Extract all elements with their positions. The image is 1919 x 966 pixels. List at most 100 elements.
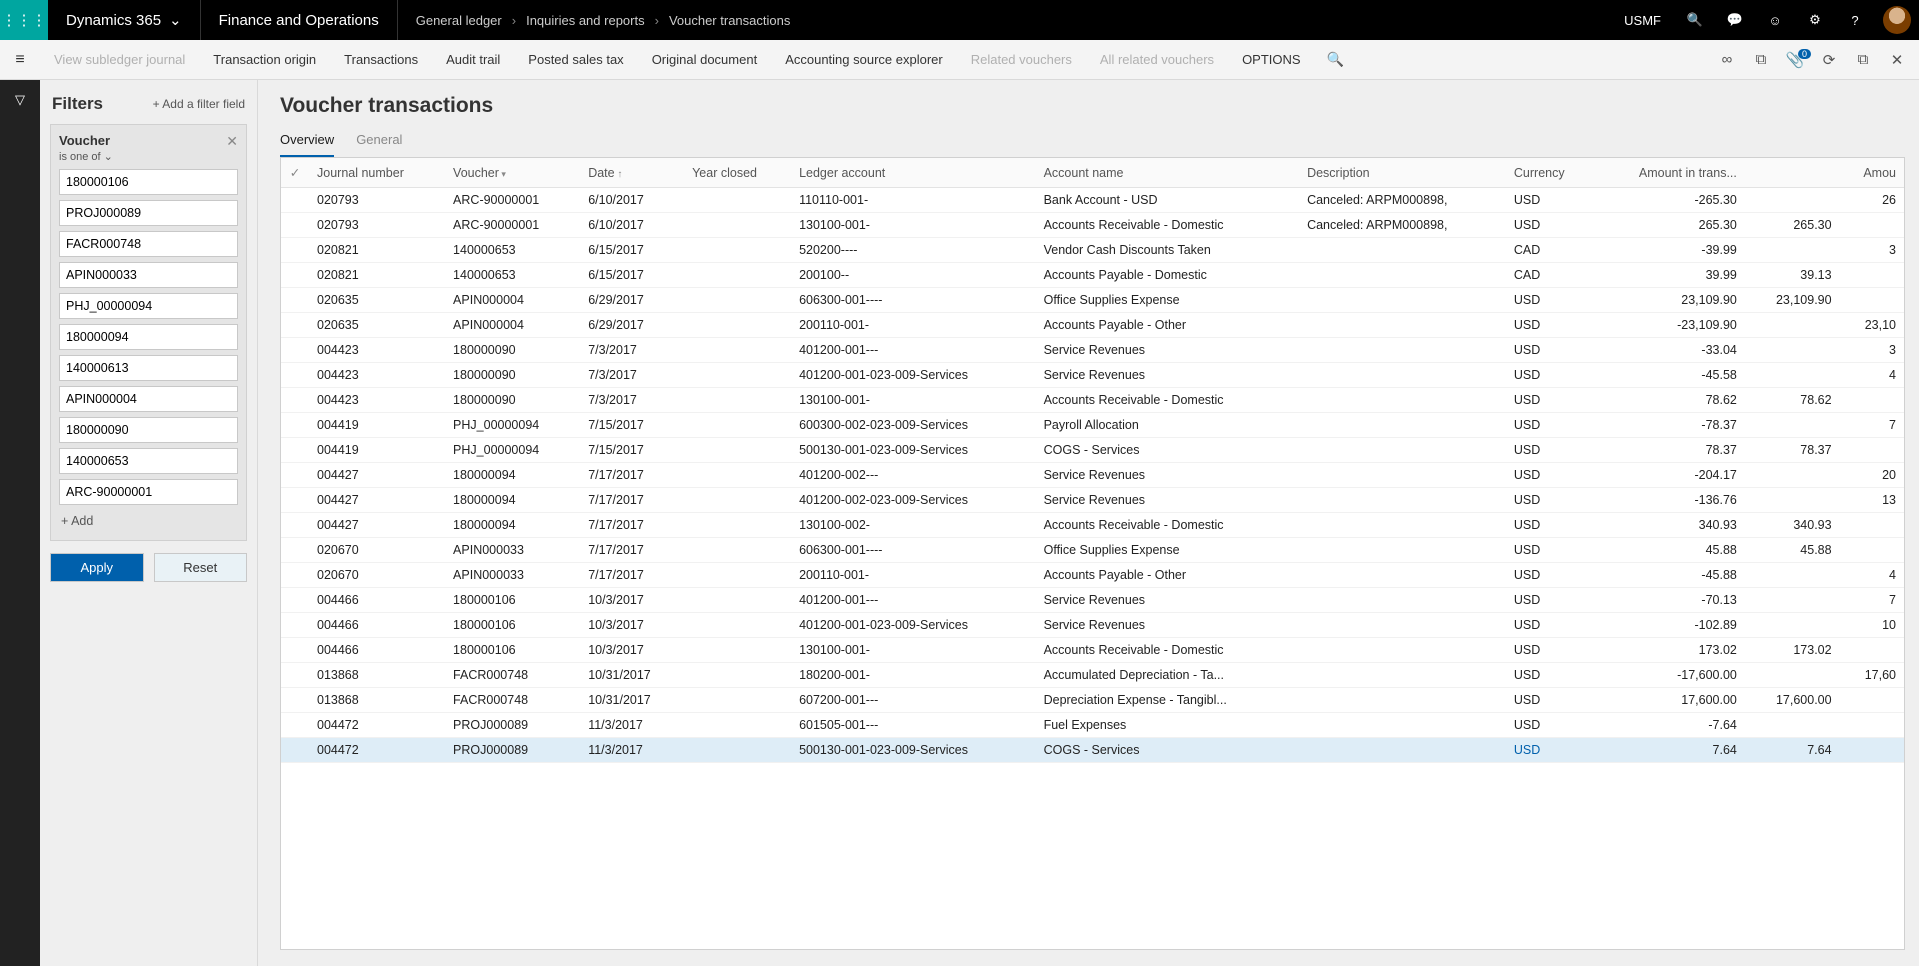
action-original-document[interactable]: Original document: [638, 40, 772, 79]
left-strip: ▽: [0, 80, 40, 966]
waffle-icon[interactable]: ⋮⋮⋮: [0, 0, 48, 40]
table-row[interactable]: 0044271800000947/17/2017401200-002-023-0…: [281, 488, 1904, 513]
filter-value-input[interactable]: [59, 262, 238, 288]
help-icon[interactable]: ?: [1835, 0, 1875, 40]
table-row[interactable]: 004419PHJ_000000947/15/2017600300-002-02…: [281, 413, 1904, 438]
filter-add-value[interactable]: Add: [59, 510, 238, 532]
table-row[interactable]: 00446618000010610/3/2017130100-001-Accou…: [281, 638, 1904, 663]
action-related-vouchers: Related vouchers: [957, 40, 1086, 79]
main-pane: Voucher transactions OverviewGeneral ✓Jo…: [258, 80, 1919, 966]
popout-icon[interactable]: ⧉: [1847, 51, 1879, 68]
col-header[interactable]: Journal number: [309, 158, 445, 188]
col-header[interactable]: Description: [1299, 158, 1506, 188]
table-row[interactable]: 00446618000010610/3/2017401200-001---Ser…: [281, 588, 1904, 613]
tab-general[interactable]: General: [356, 126, 402, 157]
funnel-icon[interactable]: ▽: [0, 80, 40, 120]
company-code[interactable]: USMF: [1610, 13, 1675, 28]
reset-button[interactable]: Reset: [154, 553, 248, 582]
col-header[interactable]: Ledger account: [791, 158, 1036, 188]
table-row[interactable]: 013868FACR00074810/31/2017180200-001-Acc…: [281, 663, 1904, 688]
action-search-icon[interactable]: 🔍: [1315, 51, 1356, 68]
filter-value-input[interactable]: [59, 417, 238, 443]
brand[interactable]: Dynamics 365 ⌄: [48, 0, 201, 40]
filter-value-input[interactable]: [59, 293, 238, 319]
search-icon[interactable]: 🔍: [1675, 0, 1715, 40]
avatar[interactable]: [1883, 6, 1911, 34]
table-row[interactable]: 00446618000010610/3/2017401200-001-023-0…: [281, 613, 1904, 638]
filter-name: Voucher: [59, 133, 113, 148]
link-icon[interactable]: ∞: [1711, 51, 1743, 68]
horizontal-scrollbar[interactable]: [280, 950, 1905, 966]
hamburger-icon[interactable]: ≡: [0, 51, 40, 69]
table-row[interactable]: 004472PROJ00008911/3/2017500130-001-023-…: [281, 738, 1904, 763]
chat-icon[interactable]: 💬: [1715, 0, 1755, 40]
table-row[interactable]: 0044271800000947/17/2017130100-002-Accou…: [281, 513, 1904, 538]
filter-card-voucher: Voucher is one of ⌄ ✕ Add: [50, 124, 247, 541]
action-options[interactable]: OPTIONS: [1228, 40, 1315, 79]
smile-icon[interactable]: ☺: [1755, 0, 1795, 40]
close-icon[interactable]: ✕: [1881, 51, 1913, 69]
crumb-1[interactable]: Inquiries and reports: [526, 13, 645, 28]
filter-value-input[interactable]: [59, 231, 238, 257]
action-accounting-source-explorer[interactable]: Accounting source explorer: [771, 40, 957, 79]
table-row[interactable]: 0044231800000907/3/2017401200-001---Serv…: [281, 338, 1904, 363]
table-row[interactable]: 004419PHJ_000000947/15/2017500130-001-02…: [281, 438, 1904, 463]
table-row[interactable]: 020793ARC-900000016/10/2017110110-001-Ba…: [281, 188, 1904, 213]
table-row[interactable]: 020793ARC-900000016/10/2017130100-001-Ac…: [281, 213, 1904, 238]
table-row[interactable]: 0208211400006536/15/2017200100--Accounts…: [281, 263, 1904, 288]
col-header[interactable]: ✓: [281, 158, 309, 188]
gear-icon[interactable]: ⚙: [1795, 0, 1835, 40]
filter-value-input[interactable]: [59, 479, 238, 505]
attach-badge: 0: [1798, 49, 1811, 59]
table-row[interactable]: 004472PROJ00008911/3/2017601505-001---Fu…: [281, 713, 1904, 738]
action-audit-trail[interactable]: Audit trail: [432, 40, 514, 79]
add-filter-field[interactable]: Add a filter field: [153, 97, 245, 111]
table-row[interactable]: 0044231800000907/3/2017401200-001-023-00…: [281, 363, 1904, 388]
refresh-icon[interactable]: ⟳: [1813, 51, 1845, 69]
table-row[interactable]: 013868FACR00074810/31/2017607200-001---D…: [281, 688, 1904, 713]
filter-operator[interactable]: is one of ⌄: [59, 150, 113, 163]
filters-title: Filters: [52, 94, 103, 114]
col-header[interactable]: Amou: [1840, 158, 1904, 188]
table-row[interactable]: 0044231800000907/3/2017130100-001-Accoun…: [281, 388, 1904, 413]
filter-close-icon[interactable]: ✕: [226, 133, 238, 150]
col-header[interactable]: Year closed: [684, 158, 791, 188]
col-header[interactable]: Currency: [1506, 158, 1594, 188]
filter-value-input[interactable]: [59, 169, 238, 195]
apply-button[interactable]: Apply: [50, 553, 144, 582]
chevron-right-icon: ›: [512, 13, 516, 28]
brand-label: Dynamics 365: [66, 12, 161, 29]
col-header[interactable]: Account name: [1036, 158, 1299, 188]
filter-value-input[interactable]: [59, 324, 238, 350]
table-row[interactable]: 020635APIN0000046/29/2017606300-001----O…: [281, 288, 1904, 313]
filter-value-input[interactable]: [59, 355, 238, 381]
action-all-related-vouchers: All related vouchers: [1086, 40, 1228, 79]
filters-pane: Filters Add a filter field Voucher is on…: [40, 80, 258, 966]
action-bar: ≡ View subledger journalTransaction orig…: [0, 40, 1919, 80]
filter-value-input[interactable]: [59, 386, 238, 412]
filter-value-input[interactable]: [59, 200, 238, 226]
col-header[interactable]: [1745, 158, 1840, 188]
crumb-0[interactable]: General ledger: [416, 13, 502, 28]
table-row[interactable]: 0044271800000947/17/2017401200-002---Ser…: [281, 463, 1904, 488]
grid[interactable]: ✓Journal numberVoucherDateYear closedLed…: [280, 158, 1905, 950]
crumb-2[interactable]: Voucher transactions: [669, 13, 790, 28]
chevron-down-icon: ⌄: [169, 11, 182, 29]
attach-icon[interactable]: 📎0: [1779, 51, 1811, 69]
tabs: Overview General: [280, 126, 1905, 158]
office-icon[interactable]: ⧉: [1745, 51, 1777, 68]
col-header[interactable]: Voucher: [445, 158, 580, 188]
action-transaction-origin[interactable]: Transaction origin: [199, 40, 330, 79]
action-transactions[interactable]: Transactions: [330, 40, 432, 79]
table-row[interactable]: 020635APIN0000046/29/2017200110-001-Acco…: [281, 313, 1904, 338]
table-row[interactable]: 0208211400006536/15/2017520200----Vendor…: [281, 238, 1904, 263]
table-row[interactable]: 020670APIN0000337/17/2017200110-001-Acco…: [281, 563, 1904, 588]
col-header[interactable]: Amount in trans...: [1594, 158, 1745, 188]
tab-overview[interactable]: Overview: [280, 126, 334, 157]
filter-value-input[interactable]: [59, 448, 238, 474]
app-name: Finance and Operations: [201, 0, 398, 40]
table-row[interactable]: 020670APIN0000337/17/2017606300-001----O…: [281, 538, 1904, 563]
breadcrumb: General ledger › Inquiries and reports ›…: [398, 13, 809, 28]
action-posted-sales-tax[interactable]: Posted sales tax: [514, 40, 637, 79]
col-header[interactable]: Date: [580, 158, 684, 188]
